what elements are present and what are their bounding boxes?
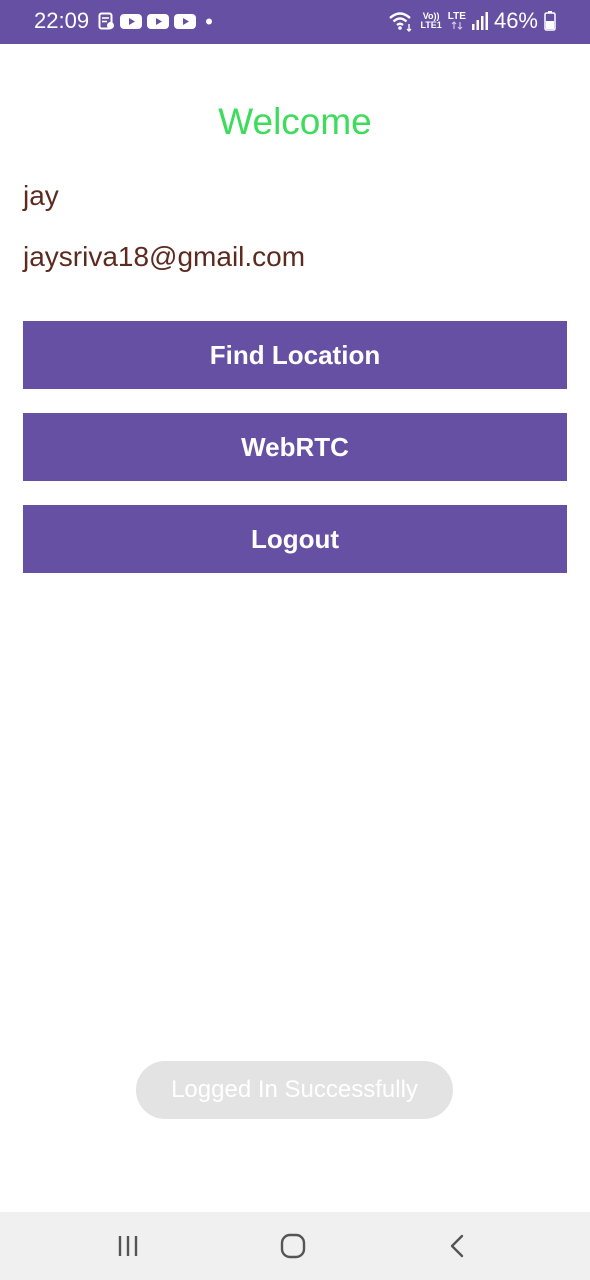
welcome-title: Welcome (218, 101, 372, 142)
status-time: 22:09 (34, 8, 90, 33)
youtube-icon (120, 13, 142, 29)
user-email: jaysriva18@gmail.com (23, 241, 306, 272)
battery-percent: 46% (493, 8, 538, 33)
user-name: jay (23, 180, 59, 211)
lte1-label: LTE1 (420, 20, 442, 30)
logout-button[interactable]: Logout (23, 505, 567, 573)
battery-icon (544, 11, 556, 31)
status-system-icons: Vo)) LTE1 LTE 46% (388, 8, 556, 34)
home-icon (280, 1233, 306, 1259)
youtube-icon (174, 13, 196, 29)
back-icon (450, 1234, 464, 1258)
wifi-icon (389, 12, 412, 32)
navigation-bar (0, 1212, 590, 1280)
youtube-icon (147, 13, 169, 29)
home-button[interactable] (273, 1226, 313, 1266)
back-button[interactable] (438, 1226, 478, 1266)
recent-apps-icon (118, 1236, 138, 1256)
status-bar: 22:09 Vo)) LTE1 LTE 46% (0, 0, 590, 44)
find-location-button[interactable]: Find Location (23, 321, 567, 389)
signal-icon (471, 12, 488, 30)
webrtc-button[interactable]: WebRTC (23, 413, 567, 481)
status-notification-icons (98, 11, 217, 31)
toast-message: Logged In Successfully (136, 1061, 453, 1119)
lte-indicator: LTE (448, 12, 466, 30)
lte-label: LTE (447, 11, 466, 22)
data-arrows-icon (451, 21, 463, 30)
notification-dot-icon (206, 18, 212, 24)
notes-icon (98, 12, 114, 30)
recent-apps-button[interactable] (108, 1226, 148, 1266)
volte-indicator: Vo)) LTE1 (420, 12, 441, 30)
